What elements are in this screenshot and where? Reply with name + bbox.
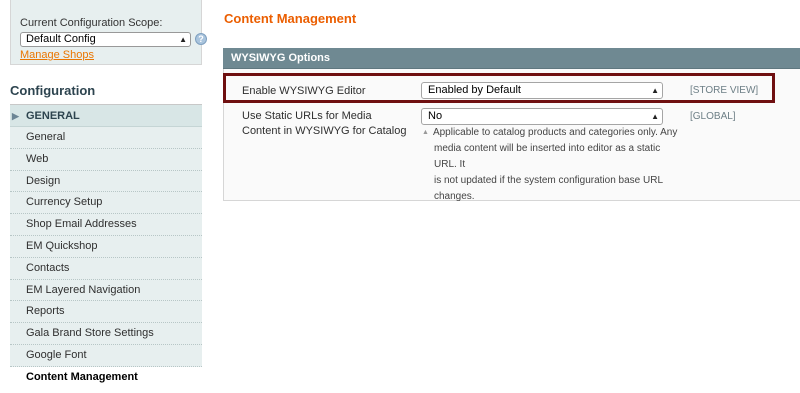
nav-item-shop-email-addresses[interactable]: Shop Email Addresses [10,214,202,236]
help-icon[interactable]: ? [195,33,207,45]
manage-shops-link[interactable]: Manage Shops [20,49,94,61]
nav-item-currency-setup[interactable]: Currency Setup [10,192,202,215]
page-title: Content Management [224,11,357,26]
scope-select-value: Default Config [26,33,96,45]
scope-select[interactable]: Default Config ▲ [20,32,191,47]
scope-switcher-panel: Current Configuration Scope: Default Con… [10,0,207,65]
configuration-heading: Configuration [10,83,96,98]
nav-item-google-font[interactable]: Google Font [10,344,202,367]
static-urls-label-line2: Content in WYSIWYG for Catalog [242,125,407,137]
expand-triangle-icon: ▶ [12,111,19,121]
hint-line: changes. [434,191,475,202]
scope-tag-global: [GLOBAL] [690,111,736,122]
nav-item-content-management[interactable]: Content Management [10,366,202,389]
nav-item-em-layered-navigation[interactable]: EM Layered Navigation [10,279,202,302]
static-urls-hint: ▲ Applicable to catalog products and cate… [422,125,680,205]
nav-item-general[interactable]: General [10,127,202,149]
config-nav: ▶ GENERAL General Web Design Currency Se… [10,105,202,389]
nav-item-em-quickshop[interactable]: EM Quickshop [10,235,202,258]
nav-item-contacts[interactable]: Contacts [10,257,202,280]
sidebar: Current Configuration Scope: Default Con… [10,0,207,393]
hint-line: media content will be inserted into edit… [434,143,661,170]
section-header[interactable]: WYSIWYG Options [223,48,800,69]
hint-triangle-icon: ▲ [422,129,429,136]
static-urls-select[interactable]: No ▲ [421,108,663,125]
nav-item-web[interactable]: Web [10,148,202,171]
select-arrows-icon: ▲ [651,112,659,121]
static-urls-label-line1: Use Static URLs for Media [242,110,372,122]
nav-group-label: GENERAL [26,110,80,122]
hint-line: ▲ Applicable to catalog products and cate… [422,127,678,138]
highlight-frame [223,73,775,103]
hint-line: is not updated if the system configurati… [434,175,664,186]
select-arrows-icon: ▲ [179,35,187,44]
nav-item-reports[interactable]: Reports [10,301,202,324]
static-urls-value: No [428,110,443,122]
static-urls-label: Use Static URLs for Media Content in WYS… [242,109,406,139]
nav-item-gala-brand-store-settings[interactable]: Gala Brand Store Settings [10,323,202,345]
scope-label: Current Configuration Scope: [20,17,163,29]
nav-item-design[interactable]: Design [10,170,202,193]
nav-group-general[interactable]: ▶ GENERAL [10,105,202,127]
